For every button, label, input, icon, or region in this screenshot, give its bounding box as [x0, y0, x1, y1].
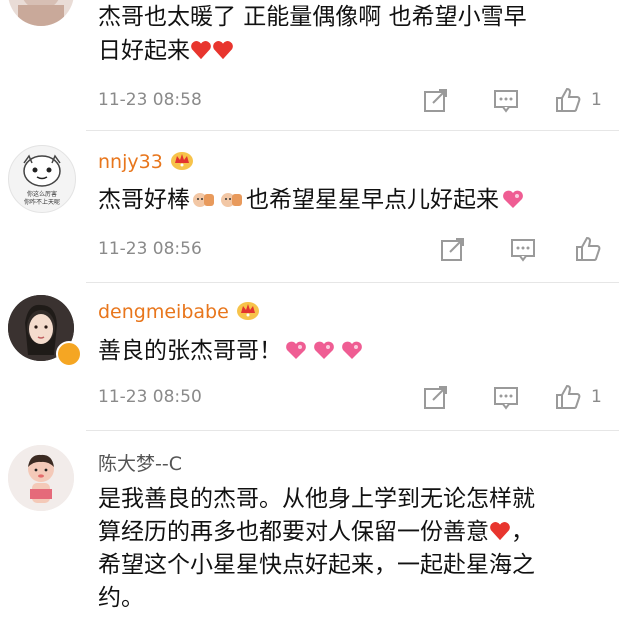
like-count: 1 [591, 387, 602, 407]
pink-heart-emoji [286, 341, 306, 359]
avatar-caption: 你这么厉害 [27, 190, 57, 198]
avatar[interactable] [8, 0, 74, 26]
like-icon[interactable] [554, 383, 582, 411]
comment-actions: 1 [369, 86, 619, 116]
verified-badge-icon [56, 341, 82, 367]
heart-emoji [490, 522, 510, 541]
comment-timestamp: 11-23 08:50 [98, 387, 202, 407]
comment-actions [369, 235, 619, 265]
username-text[interactable]: 陈大梦--C [98, 453, 182, 475]
pink-heart-emoji [314, 341, 334, 359]
pink-heart-emoji [342, 341, 362, 359]
username-text[interactable]: dengmeibabe [98, 301, 229, 323]
share-icon[interactable] [439, 235, 467, 263]
comment-timestamp: 11-23 08:56 [98, 239, 202, 259]
comment-text: 杰哥也太暖了 正能量偶像啊 也希望小雪早 日好起来 [98, 4, 527, 64]
username[interactable]: dengmeibabe [98, 299, 261, 323]
comment-item-1: 杰哥也太暖了 正能量偶像啊 也希望小雪早 日好起来 11-23 08:58 1 [0, 0, 619, 135]
username-text[interactable]: nnjy33 [98, 151, 163, 173]
pink-heart-emoji [503, 190, 523, 208]
comment-icon[interactable] [509, 235, 537, 263]
avatar[interactable]: 你这么厉害 你咋不上天呢 [8, 145, 76, 213]
username[interactable]: 陈大梦--C [98, 449, 182, 476]
comment-item-4: 陈大梦--C 是我善良的杰哥。从他身上学到无论怎样就 算经历的再多也都要对人保留… [0, 431, 619, 636]
like-count: 1 [591, 90, 602, 110]
comment-text: 是我善良的杰哥。从他身上学到无论怎样就 算经历的再多也都要对人保留一份善意， 希… [98, 486, 535, 611]
comment-icon[interactable] [492, 383, 520, 411]
share-icon[interactable] [422, 383, 450, 411]
avatar-caption: 你咋不上天呢 [24, 198, 60, 206]
like-icon[interactable] [574, 235, 602, 263]
comment-actions: 1 [369, 383, 619, 413]
share-icon[interactable] [422, 86, 450, 114]
comment-timestamp: 11-23 08:58 [98, 90, 202, 110]
thumbs-emoji [221, 193, 242, 207]
comment-text: 杰哥好棒 也希望星星早点儿好起来 [98, 183, 603, 217]
crown-vip-icon [236, 302, 259, 320]
like-icon[interactable] [554, 86, 582, 114]
comment-icon[interactable] [492, 86, 520, 114]
avatar[interactable] [8, 445, 74, 511]
username[interactable]: nnjy33 [98, 149, 195, 173]
crown-vip-icon [170, 152, 193, 170]
comment-item-2: 你这么厉害 你咋不上天呢 nnjy33 杰哥好棒 也希望星星早点儿好起来 11-2… [0, 131, 619, 281]
heart-emoji [213, 41, 233, 60]
thumbs-emoji [193, 193, 214, 207]
comment-text: 善良的张杰哥哥！ [98, 334, 603, 368]
comment-item-3: dengmeibabe 善良的张杰哥哥！ 11-23 08:50 1 [0, 283, 619, 428]
heart-emoji [191, 41, 211, 60]
